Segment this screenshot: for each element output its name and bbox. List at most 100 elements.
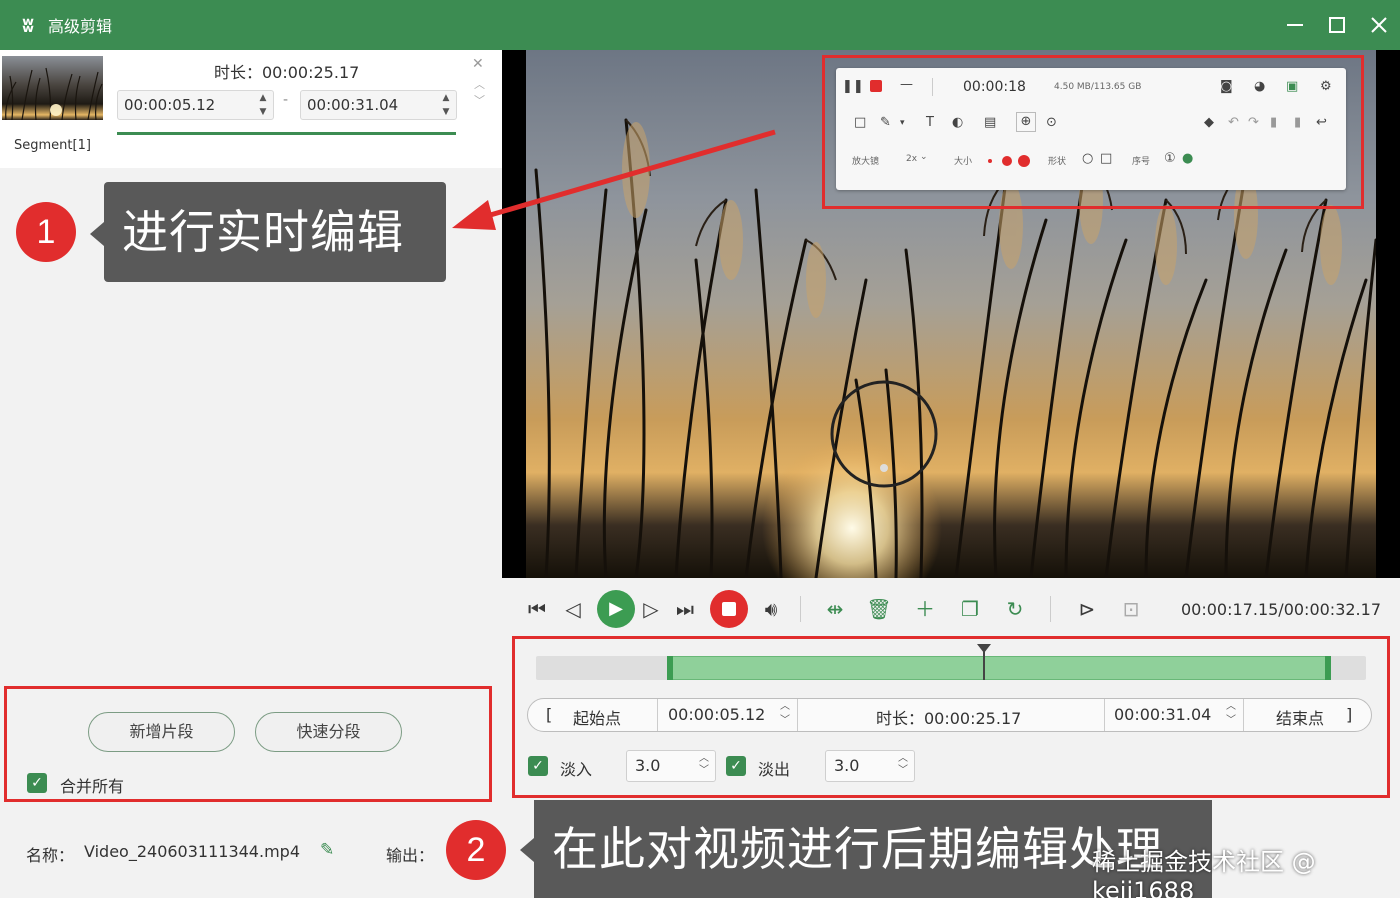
trash-icon[interactable]: 🗑︎ [864,594,894,624]
fade-out-spinner[interactable]: ︿ ﹀ [898,753,908,777]
range-divider [1243,699,1244,731]
callout-1-pointer [90,222,104,246]
highlight-tool-icon[interactable]: ◐ [952,114,963,132]
exit-draw-icon[interactable]: ↩ [1316,114,1327,132]
segment-duration: 时长：00:00:25.17 [214,63,360,82]
close-icon[interactable] [1358,0,1400,50]
move-down-icon[interactable]: ﹀ [474,92,485,108]
maximize-icon[interactable] [1316,0,1358,50]
fade-in-input[interactable]: 3.0 ︿ ﹀ [626,750,716,782]
image-tool-icon[interactable]: ▤ [984,114,996,132]
range-end-time-input[interactable]: 00:00:31.04 [1114,705,1211,724]
range-start-time-input[interactable]: 00:00:05.12 [668,705,765,724]
segment-label: Segment[1] [14,138,91,153]
camera-icon[interactable]: ◙ [1220,78,1233,96]
minus-icon[interactable]: — [900,76,913,94]
text-tool-icon[interactable]: T [926,114,934,132]
record-stop-icon[interactable] [870,80,882,92]
selection-start-handle[interactable] [666,656,673,680]
selection-end-handle[interactable] [1324,656,1331,680]
chevron-up-icon[interactable]: ▲ [260,93,267,103]
add-icon[interactable]: ＋ [910,594,940,624]
fade-out-checkbox[interactable]: ✓ [726,756,746,776]
skip-to-end-icon[interactable]: ⏭ [670,594,700,624]
pencil-icon[interactable]: ✎ [320,840,334,860]
skip-to-start-icon[interactable]: ⏮ [522,594,552,624]
timeline-selection[interactable] [668,656,1329,680]
segment-card[interactable]: Segment[1] 时长：00:00:25.17 00:00:05.12 ▲ ▼… [0,50,502,168]
play-button[interactable]: ▶ [597,590,635,628]
playhead[interactable] [977,644,992,680]
merge-all-checkbox[interactable]: ✓ [27,773,47,793]
minimize-icon[interactable] [1274,0,1316,50]
eraser-icon[interactable]: ◆ [1204,114,1214,132]
crop-selection-icon[interactable]: ⊡ [1116,594,1146,624]
segment-start-time-value: 00:00:05.12 [124,96,216,114]
magnifier-tool-icon[interactable]: ⊕ [1016,112,1036,132]
play-selection-icon[interactable]: ⊳ [1072,594,1102,624]
time-separator: - [283,92,289,108]
step-back-icon[interactable]: ◁ [558,594,588,624]
square-shape-icon[interactable]: □ [1100,150,1112,168]
move-up-icon[interactable]: ︿ [474,76,485,92]
chevron-down-icon[interactable]: ⌄ [920,152,928,162]
number-label: 序号 [1132,157,1151,167]
rectangle-tool-icon[interactable]: □ [854,114,866,132]
close-bracket: ] [1346,705,1353,724]
segment-end-time-spinner[interactable]: ▲ ▼ [440,93,452,117]
title-bar: ʬ 高级剪辑 [0,0,1400,50]
recording-toolbar: ❚❚ — 00:00:18 4.50 MB/113.65 GB ◙ ◕ ▣ ⚙ … [836,68,1346,190]
volume-icon[interactable]: 🔊︎ [756,594,786,624]
set-start-point-button[interactable]: 起始点 [573,705,621,729]
set-end-point-button[interactable]: 结束点 [1276,705,1324,729]
magnifier-label: 放大镜 [852,157,880,167]
close-icon[interactable]: ✕ [472,56,484,72]
range-end-spinner[interactable]: ︿ ﹀ [1226,700,1236,728]
recording-size: 4.50 MB/113.65 GB [1054,82,1142,92]
copy-icon[interactable]: ❐ [955,594,985,624]
fade-out-value: 3.0 [834,756,860,775]
add-segment-button[interactable]: 新增片段 [88,712,235,752]
webcam-icon[interactable]: ◕ [1254,78,1265,96]
quick-split-button[interactable]: 快速分段 [255,712,402,752]
fade-in-value: 3.0 [635,756,661,775]
number-badge-icon[interactable]: ① [1164,150,1176,168]
segment-end-time-input[interactable]: 00:00:31.04 ▲ ▼ [300,90,457,120]
size-large-dot[interactable] [1018,155,1030,167]
chevron-down-icon[interactable]: ▼ [260,107,267,117]
chevron-up-icon[interactable]: ▲ [443,93,450,103]
size-small-dot[interactable] [988,159,992,163]
segment-start-time-spinner[interactable]: ▲ ▼ [257,93,269,117]
fade-out-input[interactable]: 3.0 ︿ ﹀ [825,750,915,782]
toolbox-icon[interactable]: ▣ [1286,78,1298,96]
segment-thumbnail[interactable] [2,56,103,120]
segment-start-time-input[interactable]: 00:00:05.12 ▲ ▼ [117,90,274,120]
number-badge-filled-icon[interactable]: ● [1182,150,1193,168]
chevron-down-icon[interactable]: ▼ [443,107,450,117]
range-divider [657,699,658,731]
spotlight-tool-icon[interactable]: ⊙ [1046,114,1057,132]
trash-icon[interactable]: ▮ [1294,114,1301,132]
split-icon[interactable]: ⇹ [820,594,850,624]
undo-icon[interactable]: ↶ [1228,114,1239,132]
output-label: 输出： [386,846,435,865]
segment-range-bar [117,132,456,135]
redo-icon[interactable]: ↷ [1248,114,1259,132]
open-bracket: [ [546,705,553,724]
stop-button[interactable] [710,590,748,628]
gear-icon[interactable]: ⚙ [1320,78,1332,96]
size-medium-dot[interactable] [1002,156,1012,166]
circle-shape-icon[interactable]: ○ [1082,150,1093,168]
pause-icon[interactable]: ❚❚ [842,78,864,96]
pen-tool-icon[interactable]: ✎ [880,114,891,132]
clear-icon[interactable]: ▮ [1270,114,1277,132]
fade-in-spinner[interactable]: ︿ ﹀ [699,753,709,777]
step-forward-icon[interactable]: ▷ [636,594,666,624]
chevron-down-icon[interactable]: ▾ [900,114,905,132]
zoom-select[interactable]: 2x [906,154,917,164]
fade-in-checkbox[interactable]: ✓ [528,756,548,776]
watermark: 稀土掘金技术社区 @ keji1688 [1092,848,1316,898]
range-start-spinner[interactable]: ︿ ﹀ [780,700,790,728]
reset-icon[interactable]: ↻ [1000,594,1030,624]
callout-1-box: 进行实时编辑 [104,182,446,282]
